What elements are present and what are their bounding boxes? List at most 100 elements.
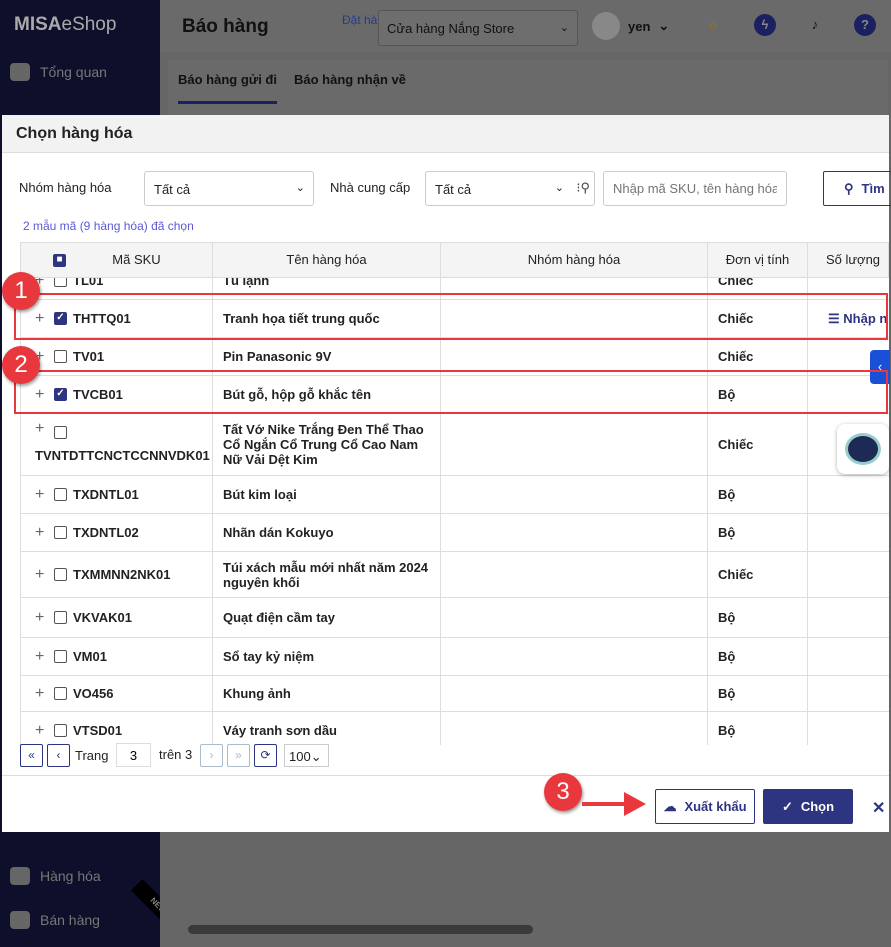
row-checkbox[interactable] <box>54 526 67 539</box>
search-button[interactable]: ⚲ Tìm <box>823 171 891 206</box>
sku-cell: + VM01 <box>21 638 213 675</box>
table-row[interactable]: + VKVAK01 Quạt điện cầm tay Bộ <box>21 598 889 638</box>
store-value: Cửa hàng Nắng Store <box>387 21 515 36</box>
expand-icon[interactable]: + <box>35 524 44 542</box>
row-checkbox[interactable] <box>54 687 67 700</box>
tab-received[interactable]: Báo hàng nhận về <box>294 72 406 87</box>
select-all-checkbox[interactable]: ■ <box>53 254 66 267</box>
table-row[interactable]: + TXDNTL01 Bút kim loại Bộ <box>21 476 889 514</box>
table-row[interactable]: + VTSD01 Váy tranh sơn dầu Bộ <box>21 712 889 745</box>
bell-icon[interactable]: ♪ <box>804 14 826 36</box>
lightbulb-icon[interactable]: ☼ <box>702 14 724 36</box>
dialog-title: Chọn hàng hóa <box>2 115 889 153</box>
row-checkbox[interactable] <box>54 568 67 581</box>
search-list-icon[interactable]: ⁝⚲ <box>576 180 590 196</box>
name-cell: Nhãn dán Kokuyo <box>213 514 441 551</box>
qty-cell[interactable] <box>808 552 889 597</box>
name-cell: Váy tranh sơn dầu <box>213 712 441 745</box>
sku: VKVAK01 <box>73 610 133 625</box>
name-cell: Bút kim loại <box>213 476 441 513</box>
col-qty[interactable]: Số lượng <box>808 243 891 277</box>
col-unit[interactable]: Đơn vị tính <box>708 243 808 277</box>
table-row[interactable]: + VO456 Khung ảnh Bộ <box>21 676 889 712</box>
unit-cell: Bộ <box>708 638 808 675</box>
label: Tổng quan <box>40 64 107 80</box>
table-row[interactable]: + TVNTDTTCNCTCCNNVDK01 Tất Vớ Nike Trắng… <box>21 414 889 476</box>
search-input[interactable] <box>603 171 787 206</box>
sku: VM01 <box>73 649 107 664</box>
unit-cell: Bộ <box>708 514 808 551</box>
expand-icon[interactable]: + <box>35 722 44 740</box>
page-size-select[interactable]: 100⌄ <box>284 744 329 767</box>
row-checkbox[interactable] <box>54 278 67 287</box>
group-cell <box>441 712 708 745</box>
messenger-icon[interactable]: ϟ <box>754 14 776 36</box>
refresh-button[interactable]: ⟳ <box>254 744 277 767</box>
group-select[interactable]: Tất cả ⌄ <box>144 171 314 206</box>
expand-icon[interactable]: + <box>35 566 44 584</box>
group-cell <box>441 414 708 475</box>
sidebar-item-products[interactable]: Hàng hóa <box>10 867 101 885</box>
row-checkbox[interactable] <box>54 724 67 737</box>
close-button[interactable]: ✕ <box>872 798 885 818</box>
col-group[interactable]: Nhóm hàng hóa <box>441 243 708 277</box>
supplier-select[interactable]: Tất cả ⌄ ⁝⚲ <box>425 171 595 206</box>
sku: VO456 <box>73 686 114 701</box>
page-title: Báo hàng <box>182 16 269 37</box>
user-menu[interactable]: yen ⌄ <box>592 12 669 40</box>
group-cell <box>441 598 708 637</box>
help-icon[interactable]: ? <box>854 14 876 36</box>
name-cell: Khung ảnh <box>213 676 441 711</box>
sku-cell: + TXMMNN2NK01 <box>21 552 213 597</box>
qty-cell[interactable] <box>808 712 889 745</box>
dashboard-icon <box>10 63 30 81</box>
last-page-button[interactable]: » <box>227 744 250 767</box>
select-products-dialog: Chọn hàng hóa Nhóm hàng hóa Tất cả ⌄ Nhà … <box>2 115 891 832</box>
qty-cell[interactable] <box>808 598 889 637</box>
chevron-down-icon: ⌄ <box>559 22 569 34</box>
next-page-button[interactable]: › <box>200 744 223 767</box>
expand-icon[interactable]: + <box>35 420 44 438</box>
chevron-down-icon: ⌄ <box>295 182 305 194</box>
selected-count[interactable]: 2 mẫu mã (9 hàng hóa) đã chọn <box>23 219 194 233</box>
horizontal-scrollbar[interactable] <box>170 920 880 940</box>
expand-icon[interactable]: + <box>35 648 44 666</box>
expand-icon[interactable]: + <box>35 685 44 703</box>
expand-icon[interactable]: + <box>35 609 44 627</box>
qty-cell[interactable] <box>808 676 889 711</box>
unit-cell: Chiếc <box>708 552 808 597</box>
table-row[interactable]: + TXDNTL02 Nhãn dán Kokuyo Bộ <box>21 514 889 552</box>
row-checkbox[interactable] <box>54 650 67 663</box>
qty-cell[interactable] <box>808 514 889 551</box>
group-label: Nhóm hàng hóa <box>19 180 112 195</box>
col-sku[interactable]: ■ Mã SKU <box>21 243 213 277</box>
expand-icon[interactable]: + <box>35 486 44 504</box>
row-checkbox[interactable] <box>54 611 67 624</box>
page-label: Trang <box>75 748 109 763</box>
tab-sent[interactable]: Báo hàng gửi đi <box>178 72 277 104</box>
row-checkbox[interactable] <box>54 426 67 439</box>
sku-cell: + TXDNTL02 <box>21 514 213 551</box>
label: Bán hàng <box>40 912 100 928</box>
first-page-button[interactable]: « <box>20 744 43 767</box>
username: yen <box>628 18 651 34</box>
qty-cell[interactable] <box>808 638 889 675</box>
col-name[interactable]: Tên hàng hóa <box>213 243 441 277</box>
choose-button[interactable]: ✓ Chọn <box>763 789 853 824</box>
qty-cell[interactable] <box>808 476 889 513</box>
order-link[interactable]: Đặt hà <box>342 13 377 27</box>
sales-icon <box>10 911 30 929</box>
export-button[interactable]: ☁ Xuất khẩu <box>655 789 755 824</box>
prev-page-button[interactable]: ‹ <box>47 744 70 767</box>
sidebar-item-overview[interactable]: Tổng quan <box>10 63 107 81</box>
row-checkbox[interactable] <box>54 488 67 501</box>
page-input[interactable] <box>116 743 151 767</box>
sidebar-item-sales[interactable]: Bán hàng <box>10 911 100 929</box>
row-checkbox[interactable] <box>54 350 67 363</box>
chatbot-icon[interactable] <box>837 424 889 474</box>
store-select[interactable]: Cửa hàng Nắng Store ⌄ <box>378 10 578 46</box>
table-row[interactable]: + VM01 Sổ tay kỷ niệm Bộ <box>21 638 889 676</box>
supplier-label: Nhà cung cấp <box>330 180 411 195</box>
table-row[interactable]: + TXMMNN2NK01 Túi xách mẫu mới nhất năm … <box>21 552 889 598</box>
supplier-value: Tất cả <box>435 182 472 197</box>
